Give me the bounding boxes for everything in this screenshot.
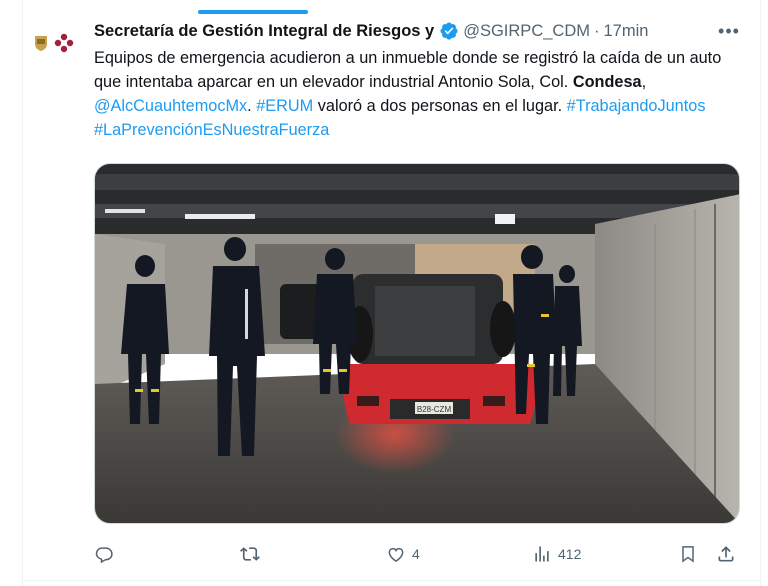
like-button[interactable]: 4 (386, 536, 420, 572)
like-count: 4 (412, 546, 420, 562)
text-part: valoró a dos personas en el lugar. (313, 97, 567, 115)
retweet-button[interactable] (240, 536, 266, 572)
author-name[interactable]: Secretaría de Gestión Integral de Riesgo… (94, 22, 434, 41)
hashtag-laprevencion[interactable]: #LaPrevenciónEsNuestraFuerza (94, 121, 329, 139)
views-icon (535, 546, 549, 562)
tweet-photo[interactable]: B28-CZM (94, 163, 740, 524)
text-part: , (641, 73, 647, 91)
more-icon[interactable]: ••• (716, 18, 742, 44)
share-button[interactable] (716, 536, 736, 572)
header-separator: · (593, 21, 600, 40)
tweet-divider (22, 580, 761, 581)
text-bold-place: Condesa (572, 73, 642, 91)
photo-scene: B28-CZM (95, 164, 739, 523)
city-flower-logo-icon (54, 33, 74, 53)
hashtag-erum[interactable]: #ERUM (256, 97, 313, 115)
active-tab-indicator (198, 10, 308, 14)
hashtag-trabajandojuntos[interactable]: #TrabajandoJuntos (567, 97, 706, 115)
tweet-header: Secretaría de Gestión Integral de Riesgo… (94, 18, 648, 44)
like-icon (388, 547, 404, 562)
bookmark-icon (682, 546, 694, 563)
reply-icon (95, 547, 113, 564)
share-icon (718, 546, 734, 562)
license-plate: B28-CZM (417, 405, 452, 414)
tweet-timestamp[interactable]: 17min (603, 22, 648, 41)
avatar[interactable] (34, 30, 78, 56)
mention-link[interactable]: @AlcCuauhtemocMx (94, 97, 247, 115)
views-count: 412 (558, 546, 582, 562)
verified-badge-icon[interactable] (439, 21, 459, 41)
retweet-icon (240, 547, 260, 561)
city-shield-logo-icon (35, 36, 47, 51)
views-button[interactable]: 412 (532, 536, 581, 572)
reply-button[interactable] (94, 536, 120, 572)
author-handle[interactable]: @SGIRPC_CDM (463, 22, 590, 41)
timeline-border-left (22, 0, 23, 586)
tweet-text: Equipos de emergencia acudieron a un inm… (94, 46, 744, 142)
text-part: . (247, 97, 257, 115)
timeline-border-right (760, 0, 761, 586)
tweet-actions: 4 412 (94, 536, 744, 572)
bookmark-button[interactable] (678, 536, 698, 572)
